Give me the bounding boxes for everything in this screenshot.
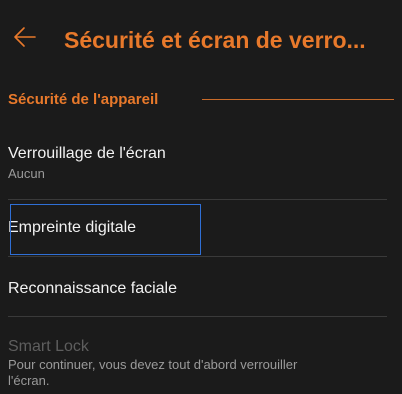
focus-highlight [10,204,201,255]
section-label: Sécurité de l'appareil [8,91,159,108]
section-divider [202,99,394,100]
security-settings-screen: Sécurité et écran de verro... Sécurité d… [0,0,402,394]
setting-item-subtitle-line1: Pour continuer, vous devez tout d'abord … [8,357,298,372]
setting-item-title: Verrouillage de l'écran [8,145,166,162]
app-bar: Sécurité et écran de verro... [0,0,402,78]
setting-item-face-recognition[interactable]: Reconnaissance faciale [0,257,402,316]
setting-item-title: Smart Lock [8,338,89,355]
setting-item-screen-lock[interactable]: Verrouillage de l'écran Aucun [0,130,402,200]
setting-item-subtitle-line2: l'écran. [8,373,50,388]
setting-item-smart-lock[interactable]: Smart Lock Pour continuer, vous devez to… [0,317,402,394]
arrow-left-icon [14,27,36,47]
setting-item-subtitle: Aucun [8,166,45,181]
section-header-device-security: Sécurité de l'appareil [8,91,394,109]
setting-item-title: Reconnaissance faciale [8,280,177,297]
page-title: Sécurité et écran de verro... [64,27,366,53]
back-button[interactable] [10,20,40,54]
